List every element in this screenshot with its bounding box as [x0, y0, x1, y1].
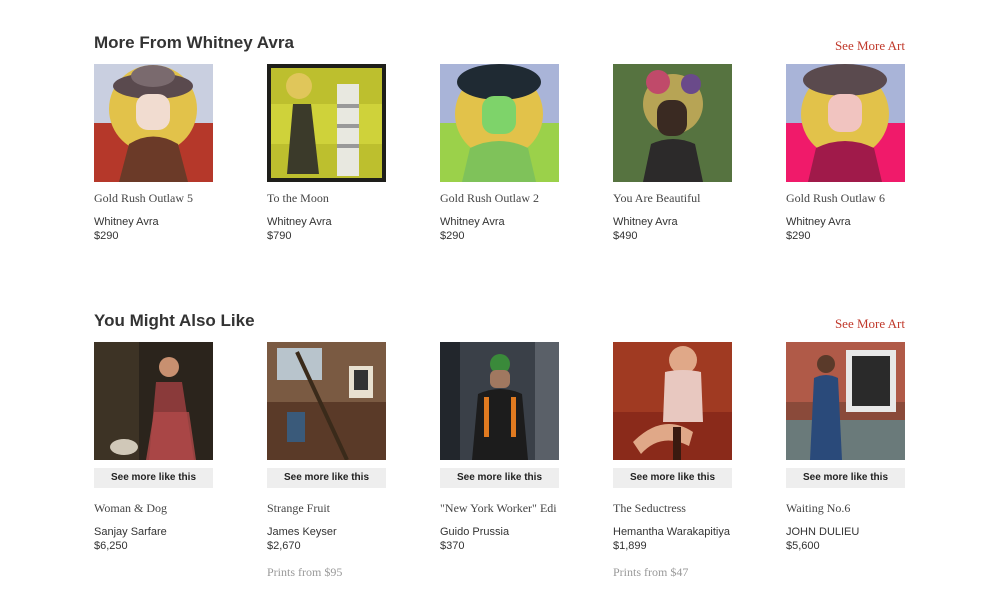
artist-name[interactable]: Whitney Avra — [94, 216, 159, 228]
artwork-price: $5,600 — [786, 540, 820, 552]
section-title: You Might Also Like — [94, 311, 255, 330]
artwork-price: $1,899 — [613, 540, 647, 552]
artist-name[interactable]: Whitney Avra — [440, 216, 505, 228]
artwork-price: $790 — [267, 230, 292, 242]
artwork-price: $6,250 — [94, 540, 128, 552]
artwork-card: To the Moon Whitney Avra $790 — [267, 64, 386, 242]
artwork-title[interactable]: Strange Fruit — [267, 501, 386, 516]
artwork-card: See more like this "New York Worker" Edi… — [440, 342, 559, 552]
artwork-title[interactable]: To the Moon — [267, 191, 386, 206]
artwork-card: You Are Beautiful Whitney Avra $490 — [613, 64, 732, 242]
artwork-thumbnail[interactable] — [94, 342, 213, 460]
artwork-price: $290 — [440, 230, 465, 242]
artwork-price: $370 — [440, 540, 465, 552]
artwork-card: See more like this Woman & Dog Sanjay Sa… — [94, 342, 213, 552]
artwork-thumbnail[interactable] — [613, 64, 732, 182]
more-from-artist-section: More From Whitney Avra See More Art Gold… — [94, 33, 905, 253]
artist-name[interactable]: JOHN DULIEU — [786, 526, 859, 538]
you-might-also-like-section: You Might Also Like See More Art See mor… — [94, 311, 905, 591]
artwork-title[interactable]: Woman & Dog — [94, 501, 213, 516]
artwork-title[interactable]: Gold Rush Outlaw 2 — [440, 191, 559, 206]
prints-from-link[interactable]: Prints from $95 — [267, 565, 342, 580]
artist-name[interactable]: Whitney Avra — [786, 216, 851, 228]
artwork-title[interactable]: Gold Rush Outlaw 6 — [786, 191, 905, 206]
artwork-thumbnail[interactable] — [786, 342, 905, 460]
section-title: More From Whitney Avra — [94, 33, 294, 52]
artwork-thumbnail[interactable] — [94, 64, 213, 182]
artist-name[interactable]: James Keyser — [267, 526, 337, 538]
artist-name[interactable]: Guido Prussia — [440, 526, 509, 538]
artwork-thumbnail[interactable] — [440, 64, 559, 182]
artwork-thumbnail[interactable] — [613, 342, 732, 460]
artwork-title[interactable]: The Seductress — [613, 501, 732, 516]
prints-from-link[interactable]: Prints from $47 — [613, 565, 688, 580]
see-more-like-this-button[interactable]: See more like this — [786, 468, 905, 488]
artwork-card: Gold Rush Outlaw 5 Whitney Avra $290 — [94, 64, 213, 242]
artwork-card: Gold Rush Outlaw 2 Whitney Avra $290 — [440, 64, 559, 242]
artwork-thumbnail[interactable] — [440, 342, 559, 460]
artwork-card: Gold Rush Outlaw 6 Whitney Avra $290 — [786, 64, 905, 242]
see-more-art-link[interactable]: See More Art — [835, 38, 905, 54]
artwork-card: See more like this Waiting No.6 JOHN DUL… — [786, 342, 905, 552]
artist-name[interactable]: Sanjay Sarfare — [94, 526, 167, 538]
artwork-thumbnail[interactable] — [267, 64, 386, 182]
artwork-card: See more like this Strange Fruit James K… — [267, 342, 386, 579]
artist-name[interactable]: Whitney Avra — [267, 216, 332, 228]
see-more-like-this-button[interactable]: See more like this — [613, 468, 732, 488]
artwork-price: $290 — [786, 230, 811, 242]
artist-name[interactable]: Hemantha Warakapitiya — [613, 526, 730, 538]
artwork-title[interactable]: "New York Worker" Edi — [440, 501, 559, 516]
artwork-price: $490 — [613, 230, 638, 242]
artwork-title[interactable]: Gold Rush Outlaw 5 — [94, 191, 213, 206]
see-more-like-this-button[interactable]: See more like this — [440, 468, 559, 488]
see-more-art-link[interactable]: See More Art — [835, 316, 905, 332]
artwork-price: $2,670 — [267, 540, 301, 552]
artist-name[interactable]: Whitney Avra — [613, 216, 678, 228]
artwork-title[interactable]: Waiting No.6 — [786, 501, 905, 516]
artwork-price: $290 — [94, 230, 119, 242]
see-more-like-this-button[interactable]: See more like this — [267, 468, 386, 488]
artwork-title[interactable]: You Are Beautiful — [613, 191, 732, 206]
artwork-card: See more like this The Seductress Hemant… — [613, 342, 732, 579]
see-more-like-this-button[interactable]: See more like this — [94, 468, 213, 488]
artwork-thumbnail[interactable] — [786, 64, 905, 182]
artwork-thumbnail[interactable] — [267, 342, 386, 460]
